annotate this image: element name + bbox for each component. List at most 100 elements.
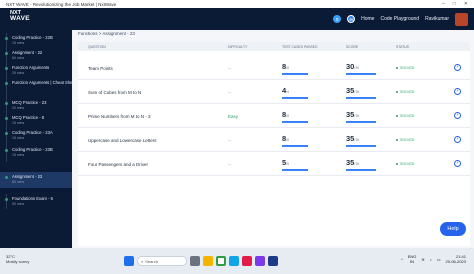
sidebar-item[interactable]: Function Arguments | Cheat Sheet — [0, 78, 72, 98]
question-name[interactable]: Uppercase and Lowercase Letters — [88, 138, 157, 143]
question-name[interactable]: Sum of Cubes from M to N — [88, 90, 141, 95]
close-icon[interactable]: ✕ — [464, 1, 468, 7]
avatar[interactable] — [455, 12, 468, 26]
edge-icon[interactable] — [229, 256, 239, 266]
task-view-icon[interactable] — [190, 256, 200, 266]
store-icon[interactable] — [255, 256, 265, 266]
status-dot-icon — [396, 115, 398, 117]
completed-dot-icon — [5, 198, 8, 201]
sidebar-item-meta: 25 mins — [12, 71, 25, 75]
question-name[interactable]: Four Passengers and a Driver — [88, 162, 148, 167]
score-progress-fill — [346, 73, 376, 75]
test-cases-passed: 4/4 — [282, 86, 289, 95]
sidebar-item[interactable]: Coding Practice - 23A 15 mins — [0, 128, 72, 145]
sidebar-item-meta: 90 mins — [12, 202, 25, 206]
passed-total: /4 — [286, 90, 290, 94]
taskbar-apps: ⌕ Search — [124, 254, 278, 268]
status-badge: SOLVED — [396, 138, 414, 142]
taskbar-search[interactable]: ⌕ Search — [137, 256, 187, 266]
coin-icon[interactable]: 48 — [347, 15, 356, 23]
score: 30/30 — [346, 62, 359, 71]
language-indicator[interactable]: ENG IN — [408, 254, 417, 264]
tests-progress-fill — [282, 73, 308, 75]
score: 35/35 — [346, 134, 359, 143]
expand-arrow-icon[interactable]: › — [454, 160, 461, 167]
table-row[interactable]: Four Passengers and a Driver -- 5/5 35/3… — [78, 154, 470, 176]
nav-home-link[interactable]: Home — [361, 16, 374, 22]
sidebar-item-title: Foundations Exam - 5 — [12, 196, 53, 201]
passed-total: /5 — [286, 162, 290, 166]
table-header: QUESTION DIFFICULTY TEST CASES PASSED SC… — [78, 42, 470, 51]
tests-progress-bar — [282, 73, 308, 75]
streak-icon[interactable]: 0 — [333, 15, 342, 23]
chrome-icon[interactable] — [216, 256, 226, 266]
expand-arrow-icon[interactable]: › — [454, 88, 461, 95]
status-text: SOLVED — [400, 66, 415, 70]
expand-arrow-icon[interactable]: › — [454, 136, 461, 143]
sidebar-item[interactable]: Coding Practice - 23B 15 mins — [0, 145, 72, 162]
expand-arrow-icon[interactable]: › — [454, 64, 461, 71]
tests-progress-bar — [282, 97, 308, 99]
chevron-up-icon[interactable]: ^ — [401, 257, 403, 262]
sidebar-item[interactable]: MCQ Practice - 8 15 mins — [0, 113, 72, 128]
table-row[interactable]: Team Points -- 8/8 30/30 SOLVED › — [78, 58, 470, 80]
breadcrumb[interactable]: Functions > Assignment - 23 — [78, 31, 135, 36]
score-progress-bar — [346, 145, 376, 147]
timeline-line — [6, 98, 7, 113]
table-row[interactable]: Prime Numbers from M to N - 3 Easy 8/8 3… — [78, 106, 470, 128]
media-icon[interactable] — [242, 256, 252, 266]
timeline-line — [6, 33, 7, 48]
search-placeholder: Search — [145, 258, 158, 264]
window-title: NXT WAVE - Revolutionizing the Job Marke… — [6, 1, 117, 7]
score-progress-bar — [346, 97, 376, 99]
passed-total: /8 — [286, 114, 290, 118]
sidebar-item[interactable]: Foundations Exam - 5 90 mins — [0, 194, 72, 209]
completed-dot-icon — [5, 52, 8, 55]
sidebar-item-title: Coding Practice - 23A — [12, 130, 53, 135]
sidebar-item-active[interactable]: Assignment - 23 60 mins — [0, 172, 72, 188]
sidebar-item[interactable]: MCQ Practice - 23 20 mins — [0, 98, 72, 113]
status-text: SOLVED — [400, 138, 415, 142]
status-dot-icon — [396, 67, 398, 69]
table-row[interactable]: Sum of Cubes from M to N -- 4/4 35/35 SO… — [78, 82, 470, 104]
file-explorer-icon[interactable] — [203, 256, 213, 266]
table-row[interactable]: Uppercase and Lowercase Letters -- 8/8 3… — [78, 130, 470, 152]
minimize-icon[interactable]: – — [442, 1, 445, 7]
sidebar: Coding Practice - 22B 15 mins Assignment … — [0, 30, 72, 248]
wifi-icon[interactable]: ≋ — [421, 257, 424, 262]
header-difficulty: DIFFICULTY — [228, 45, 248, 49]
status-text: SOLVED — [400, 90, 415, 94]
test-cases-passed: 5/5 — [282, 158, 289, 167]
score-progress-fill — [346, 145, 376, 147]
expand-arrow-icon[interactable]: › — [454, 112, 461, 119]
question-name[interactable]: Prime Numbers from M to N - 3 — [88, 114, 151, 119]
sidebar-item-title: Assignment - 23 — [12, 174, 43, 179]
nav-code-playground-link[interactable]: Code Playground — [380, 16, 419, 22]
sidebar-item[interactable]: Coding Practice - 22B 15 mins — [0, 33, 72, 48]
score-total: /35 — [354, 114, 360, 118]
sidebar-item-title: Function Arguments — [12, 65, 50, 70]
maximize-icon[interactable]: □ — [453, 1, 456, 7]
sidebar-item-title: Function Arguments | Cheat Sheet — [12, 80, 72, 85]
question-name[interactable]: Team Points — [88, 66, 113, 71]
nav-user-name[interactable]: Ravikumar — [425, 16, 449, 22]
streak-count: 0 — [335, 16, 339, 22]
weather-widget[interactable]: 32°C Mostly sunny — [6, 254, 29, 264]
sidebar-item[interactable]: Function Arguments 25 mins — [0, 63, 72, 78]
score-progress-bar — [346, 121, 376, 123]
difficulty: -- — [228, 90, 231, 95]
score: 35/35 — [346, 86, 359, 95]
clock[interactable]: 21:41 20-06-2023 — [446, 254, 466, 264]
nxtwave-logo[interactable]: NXT WAVE — [10, 10, 30, 22]
sidebar-item[interactable]: Assignment - 22 60 mins — [0, 48, 72, 63]
windows-start-icon[interactable] — [124, 256, 134, 266]
window-controls: – □ ✕ — [442, 1, 468, 7]
vscode-icon[interactable] — [268, 256, 278, 266]
battery-icon[interactable]: ▭ — [437, 257, 441, 262]
volume-icon[interactable]: ♪ — [430, 257, 432, 262]
tests-progress-fill — [282, 145, 308, 147]
completed-dot-icon — [5, 117, 8, 120]
sidebar-item-meta: 15 mins — [12, 41, 25, 45]
completed-dot-icon — [5, 149, 8, 152]
help-button[interactable]: Help — [440, 222, 466, 236]
